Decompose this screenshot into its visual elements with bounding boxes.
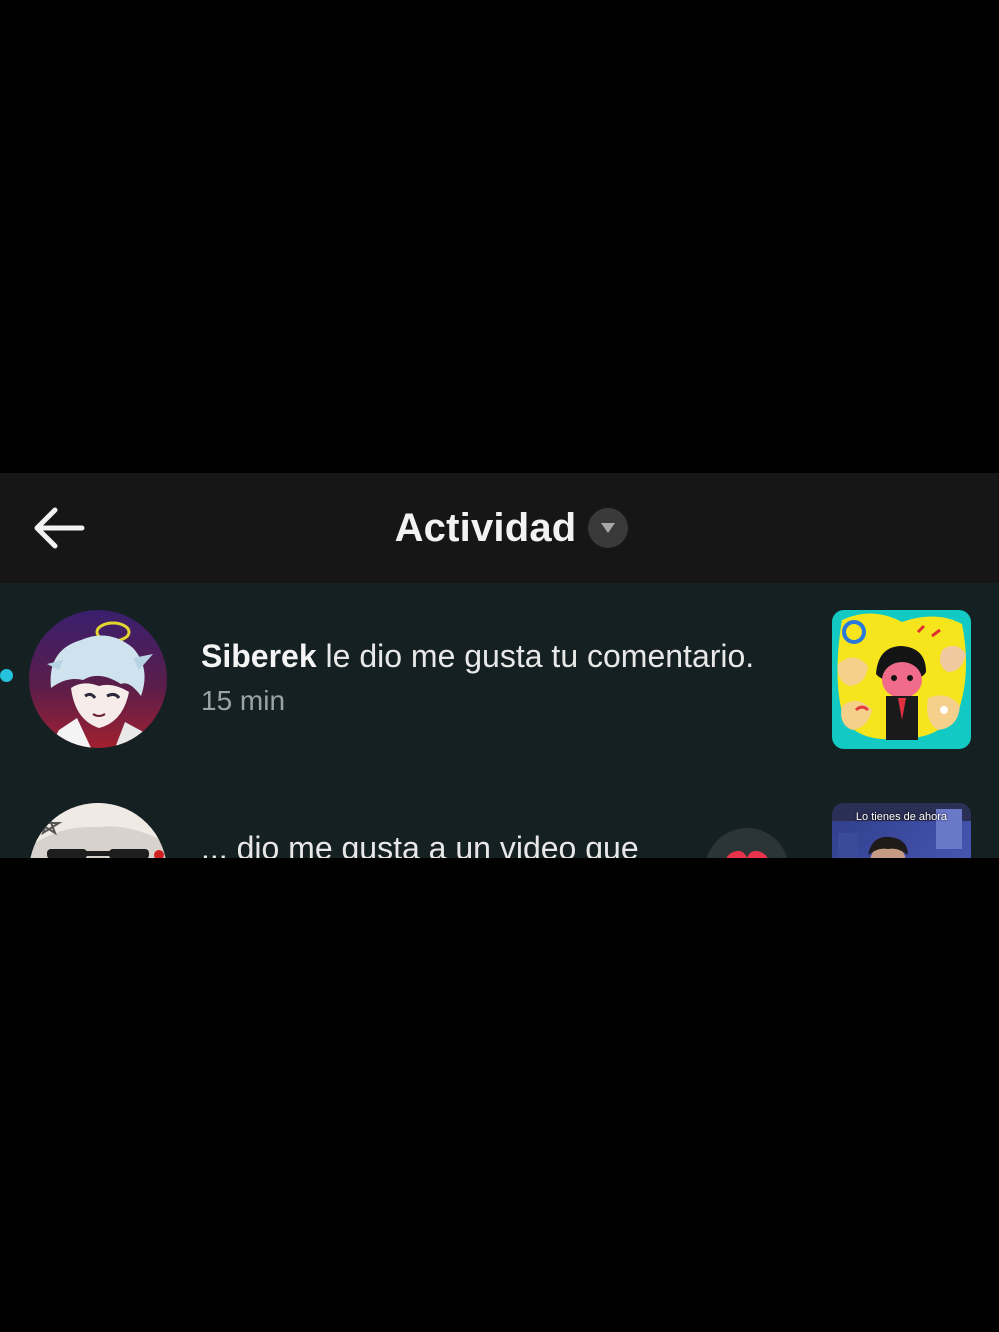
notification-list: Siberek le dio me gusta tu comentario. 1… [0, 583, 999, 858]
video-thumbnail[interactable] [832, 610, 971, 749]
thumbnail-caption: Lo tienes de ahora [855, 811, 948, 823]
avatar[interactable] [29, 803, 167, 858]
notification-item[interactable]: Siberek le dio me gusta tu comentario. 1… [0, 583, 999, 763]
notification-timestamp: 15 min [201, 685, 286, 716]
unread-indicator [0, 669, 13, 682]
notification-text: Siberek le dio me gusta tu comentario. [201, 638, 754, 675]
avatar[interactable] [29, 610, 167, 748]
activity-screen: Actividad Siberek le dio me gusta tu com… [0, 473, 999, 858]
like-button[interactable] [705, 828, 789, 858]
page-title[interactable]: Actividad [395, 506, 577, 551]
caret-down-icon [601, 523, 616, 533]
notification-item[interactable]: ... dio me gusta a un video que Lo tiene… [0, 778, 999, 858]
notification-message: le dio me gusta tu comentario. [316, 638, 755, 674]
user-photo-avatar [29, 803, 167, 858]
cartoon-collage-thumbnail [832, 610, 971, 749]
notification-text: ... dio me gusta a un video que [201, 830, 639, 858]
title-selector: Actividad [0, 473, 999, 583]
anime-avatar-image [29, 610, 167, 748]
video-thumbnail[interactable]: Lo tienes de ahora [832, 803, 971, 858]
activity-filter-dropdown[interactable] [588, 508, 629, 548]
activity-header: Actividad [0, 473, 999, 583]
heart-icon [726, 850, 768, 858]
username-link[interactable]: Siberek [201, 638, 317, 674]
